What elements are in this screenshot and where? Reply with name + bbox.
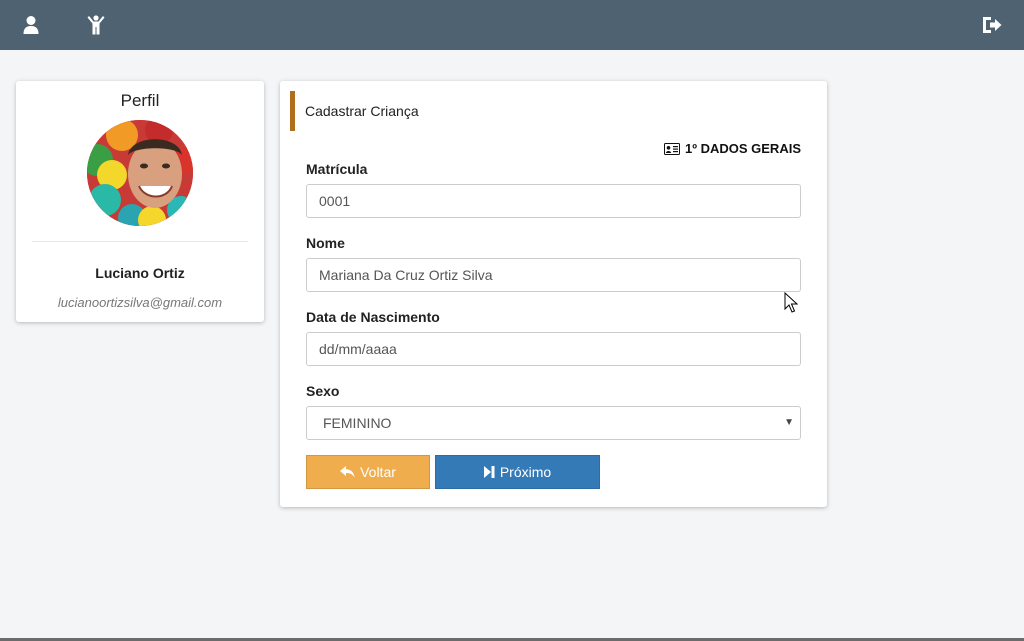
user-name: Luciano Ortiz [95, 265, 185, 281]
profile-title: Perfil [120, 91, 160, 110]
id-card-icon [664, 142, 680, 155]
nome-input[interactable] [306, 258, 801, 292]
user-icon[interactable] [19, 13, 43, 37]
sexo-label: Sexo [306, 383, 340, 399]
back-button-label: Voltar [360, 464, 396, 480]
matricula-label: Matrícula [306, 161, 368, 177]
matricula-input[interactable] [306, 184, 801, 218]
section-general-data: 1º DADOS GERAIS [664, 141, 801, 156]
child-registration-form: Cadastrar Criança 1º DADOS GERAIS Matríc… [280, 81, 827, 507]
sign-out-icon[interactable] [980, 13, 1004, 37]
birthdate-input[interactable] [306, 332, 801, 366]
step-forward-icon [483, 466, 495, 478]
nome-label: Nome [306, 235, 345, 251]
profile-card: Perfil Luciano Ortiz lucianoortizsilva@g… [16, 81, 264, 322]
top-navbar [0, 0, 1024, 50]
mouse-cursor-icon [784, 292, 798, 313]
reply-icon [340, 466, 355, 478]
sexo-selected-value: FEMININO [323, 415, 392, 431]
back-button[interactable]: Voltar [306, 455, 430, 489]
chevron-down-icon: ▼ [784, 417, 794, 428]
section-label: 1º DADOS GERAIS [685, 141, 801, 156]
divider [32, 241, 248, 242]
next-button[interactable]: Próximo [435, 455, 600, 489]
form-header: Cadastrar Criança [290, 91, 590, 131]
child-icon[interactable] [84, 13, 108, 37]
sexo-select[interactable]: FEMININO ▼ [306, 406, 801, 440]
user-email: lucianoortizsilva@gmail.com [57, 295, 223, 310]
next-button-label: Próximo [499, 464, 552, 480]
nascimento-label: Data de Nascimento [306, 309, 440, 325]
avatar [87, 120, 193, 226]
